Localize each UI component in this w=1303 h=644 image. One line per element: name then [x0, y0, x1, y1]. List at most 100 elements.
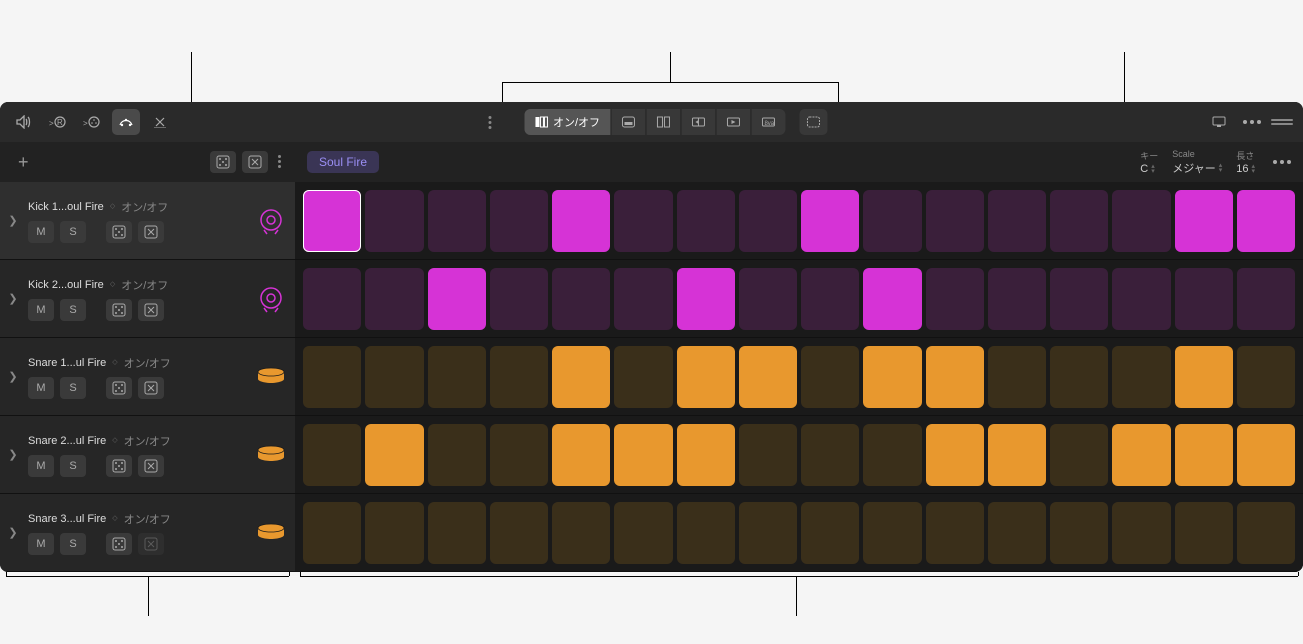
mute-button[interactable]: M [28, 455, 54, 477]
step-cell[interactable] [428, 424, 486, 486]
step-cell[interactable] [739, 190, 797, 252]
step-cell[interactable] [365, 502, 423, 564]
updown-icon[interactable]: ◇ [112, 516, 117, 521]
clear-all-button[interactable] [242, 151, 268, 173]
more-menu-icon[interactable] [1239, 116, 1265, 128]
loop-mode-button[interactable] [716, 109, 751, 135]
updown-icon[interactable]: ◇ [110, 204, 115, 209]
step-cell[interactable] [988, 190, 1046, 252]
pattern-menu-icon[interactable] [1269, 156, 1295, 168]
step-cell[interactable] [1050, 502, 1108, 564]
step-cell[interactable] [926, 268, 984, 330]
step-cell[interactable] [428, 502, 486, 564]
step-cell[interactable] [1175, 424, 1233, 486]
step-cell[interactable] [926, 502, 984, 564]
step-cell[interactable] [677, 346, 735, 408]
step-cell[interactable] [988, 346, 1046, 408]
scale-selector[interactable]: Scale メジャー▴▾ [1172, 149, 1222, 176]
add-track-button[interactable]: + [10, 148, 37, 177]
live-loops-palette-icon[interactable] [112, 109, 140, 135]
step-cell[interactable] [614, 190, 672, 252]
track-header[interactable]: ❯ Snare 3...ul Fire ◇ オン/オフ M S [0, 494, 295, 571]
disclosure-chevron-icon[interactable]: ❯ [4, 370, 22, 383]
track-header[interactable]: ❯ Snare 1...ul Fire ◇ オン/オフ M S [0, 338, 295, 415]
solo-button[interactable]: S [60, 377, 86, 399]
chance-mode-button[interactable]: 8va [751, 109, 785, 135]
solo-button[interactable]: S [60, 221, 86, 243]
step-cell[interactable] [303, 424, 361, 486]
step-cell[interactable] [739, 346, 797, 408]
step-cell[interactable] [926, 346, 984, 408]
key-selector[interactable]: キー C▴▾ [1140, 149, 1158, 175]
step-cell[interactable] [926, 190, 984, 252]
randomize-all-button[interactable] [210, 151, 236, 173]
clear-track-button[interactable] [138, 377, 164, 399]
clear-track-button[interactable] [138, 533, 164, 555]
step-cell[interactable] [1112, 268, 1170, 330]
disclosure-chevron-icon[interactable]: ❯ [4, 292, 22, 305]
step-cell[interactable] [303, 190, 361, 252]
solo-button[interactable]: S [60, 533, 86, 555]
step-cell[interactable] [365, 424, 423, 486]
midi-in-icon[interactable]: > [78, 109, 106, 135]
randomize-track-button[interactable] [106, 455, 132, 477]
step-cell[interactable] [614, 346, 672, 408]
step-cell[interactable] [1112, 502, 1170, 564]
step-cell[interactable] [801, 424, 859, 486]
step-cell[interactable] [863, 502, 921, 564]
step-cell[interactable] [1237, 424, 1295, 486]
step-cell[interactable] [552, 268, 610, 330]
randomize-track-button[interactable] [106, 221, 132, 243]
track-list-menu-icon[interactable] [274, 151, 285, 173]
region-link-icon[interactable]: >R [44, 109, 72, 135]
disclosure-chevron-icon[interactable]: ❯ [4, 526, 22, 539]
step-cell[interactable] [1237, 346, 1295, 408]
clear-track-button[interactable] [138, 299, 164, 321]
step-cell[interactable] [490, 346, 548, 408]
step-cell[interactable] [801, 190, 859, 252]
step-cell[interactable] [863, 190, 921, 252]
step-cell[interactable] [365, 268, 423, 330]
step-cell[interactable] [365, 190, 423, 252]
step-cell[interactable] [988, 424, 1046, 486]
step-cell[interactable] [365, 346, 423, 408]
step-cell[interactable] [739, 268, 797, 330]
randomize-track-button[interactable] [106, 377, 132, 399]
step-cell[interactable] [303, 502, 361, 564]
step-cell[interactable] [490, 190, 548, 252]
step-cell[interactable] [1112, 424, 1170, 486]
grid-menu-icon[interactable] [476, 109, 504, 135]
step-cell[interactable] [1175, 190, 1233, 252]
step-cell[interactable] [1112, 190, 1170, 252]
step-cell[interactable] [428, 346, 486, 408]
step-cell[interactable] [303, 268, 361, 330]
step-cell[interactable] [801, 268, 859, 330]
disclosure-chevron-icon[interactable]: ❯ [4, 214, 22, 227]
pattern-name-chip[interactable]: Soul Fire [307, 151, 379, 173]
step-cell[interactable] [490, 502, 548, 564]
step-cell[interactable] [1237, 268, 1295, 330]
length-selector[interactable]: 長さ 16▴▾ [1236, 149, 1255, 175]
step-cell[interactable] [1050, 268, 1108, 330]
step-cell[interactable] [428, 268, 486, 330]
updown-icon[interactable]: ◇ [112, 438, 117, 443]
tie-mode-button[interactable] [681, 109, 716, 135]
step-cell[interactable] [552, 502, 610, 564]
step-cell[interactable] [1175, 346, 1233, 408]
step-cell[interactable] [988, 268, 1046, 330]
step-cell[interactable] [428, 190, 486, 252]
step-cell[interactable] [614, 268, 672, 330]
resize-handle-icon[interactable] [1271, 118, 1293, 126]
step-cell[interactable] [863, 346, 921, 408]
randomize-track-button[interactable] [106, 533, 132, 555]
step-cell[interactable] [1175, 268, 1233, 330]
step-cell[interactable] [677, 190, 735, 252]
step-cell[interactable] [303, 346, 361, 408]
velocity-mode-button[interactable] [611, 109, 646, 135]
track-header[interactable]: ❯ Kick 2...oul Fire ◇ オン/オフ M S [0, 260, 295, 337]
step-cell[interactable] [490, 268, 548, 330]
step-cell[interactable] [677, 268, 735, 330]
mute-button[interactable]: M [28, 377, 54, 399]
step-cell[interactable] [801, 502, 859, 564]
track-header[interactable]: ❯ Snare 2...ul Fire ◇ オン/オフ M S [0, 416, 295, 493]
